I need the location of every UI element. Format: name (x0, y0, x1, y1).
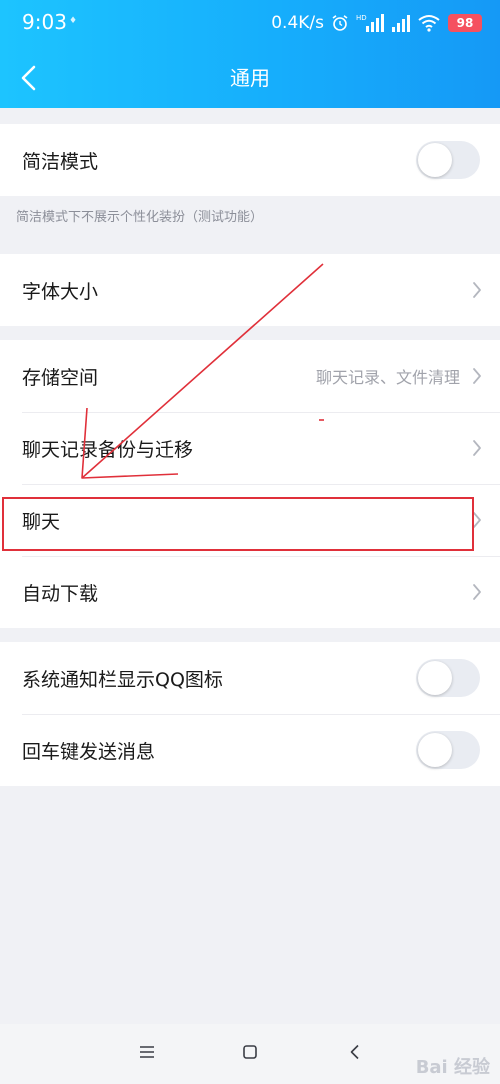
annotation-arrow-head (81, 407, 179, 479)
annotation-overlay (2, 263, 474, 551)
annotation-arrow-line (81, 263, 324, 479)
annotation-highlight-box (2, 497, 474, 551)
